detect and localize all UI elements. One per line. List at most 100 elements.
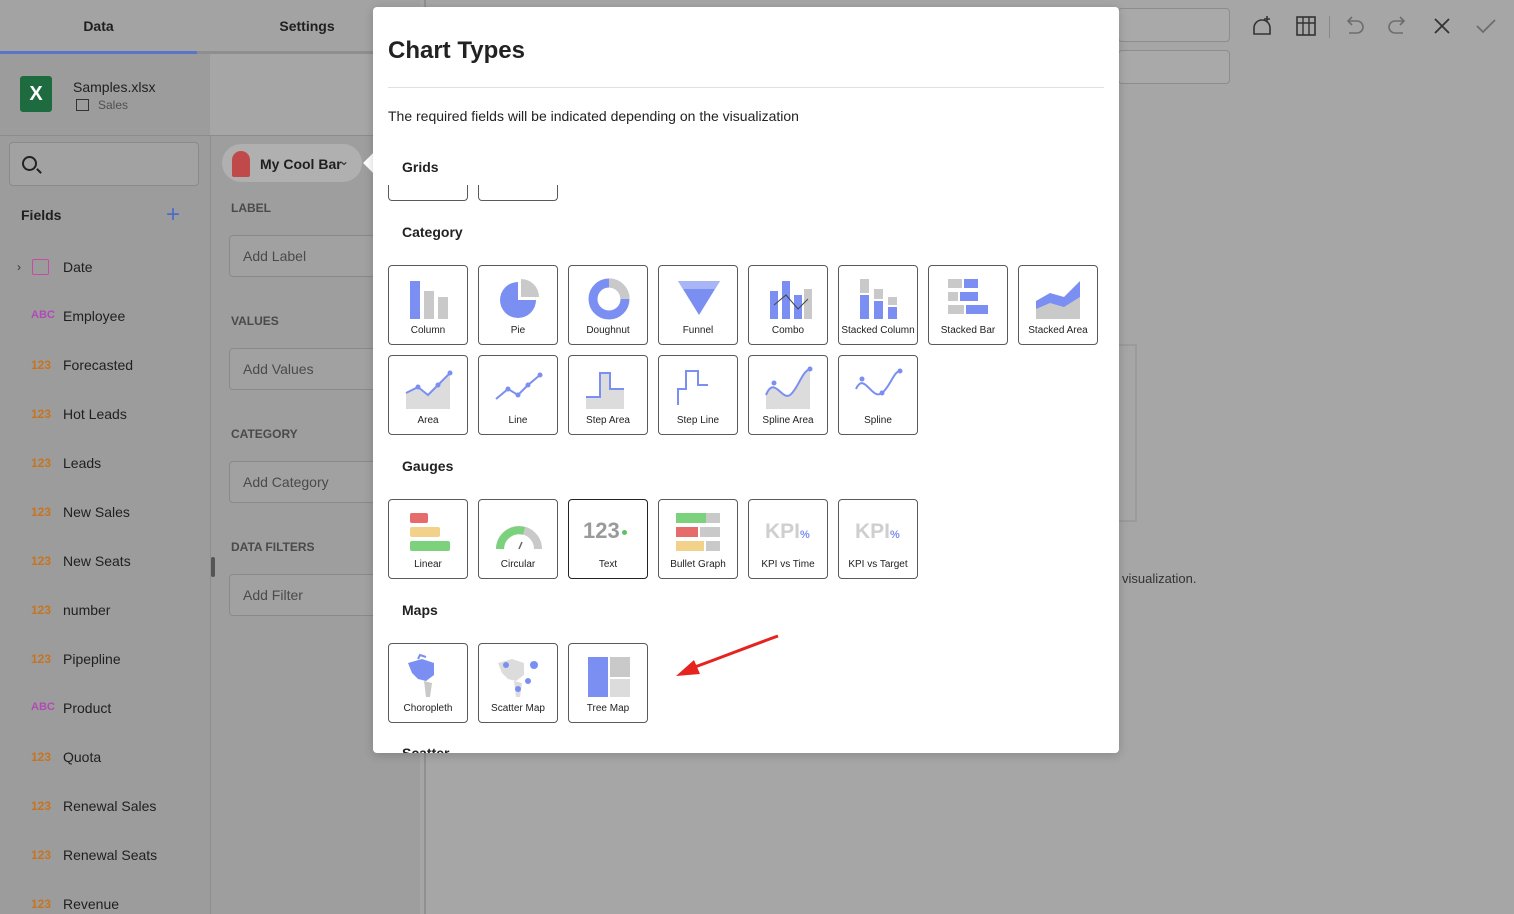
panel-resize-handle[interactable]: [211, 557, 215, 577]
text-gauge-icon: 123: [583, 518, 627, 544]
viz-name[interactable]: My Cool Bar: [260, 156, 342, 172]
stacked-bar-chart-icon: [948, 279, 988, 314]
redo-icon[interactable]: [1387, 15, 1409, 37]
annotation-arrow: [676, 634, 779, 676]
chart-type-combo[interactable]: Combo: [748, 265, 828, 345]
field-item[interactable]: 123 New Seats: [0, 536, 210, 585]
doughnut-chart-icon: [588, 278, 630, 320]
dialog-title: Chart Types: [388, 37, 525, 64]
field-item[interactable]: 123 Renewal Sales: [0, 781, 210, 830]
chart-type-choropleth[interactable]: Choropleth: [388, 643, 468, 723]
field-item[interactable]: 123 Forecasted: [0, 340, 210, 389]
chart-type-scatter-map[interactable]: Scatter Map: [478, 643, 558, 723]
step-area-chart-icon: [586, 372, 624, 409]
values-drop-zone[interactable]: Add Values: [229, 348, 379, 390]
field-item[interactable]: 123 Hot Leads: [0, 389, 210, 438]
chart-type-stacked-bar[interactable]: Stacked Bar: [928, 265, 1008, 345]
add-field-icon[interactable]: +: [166, 203, 180, 227]
chevron-down-icon[interactable]: ⌄: [339, 154, 349, 168]
number-type-icon: 123: [31, 358, 52, 372]
add-widget-icon[interactable]: [1250, 14, 1274, 38]
chart-type-text[interactable]: 123 Text: [568, 499, 648, 579]
field-item[interactable]: › Date: [0, 242, 210, 291]
field-list: › Date ABC Employee 123 Forecasted 123 Hot Lead…: [0, 242, 210, 914]
tile-text-view[interactable]: [478, 185, 558, 201]
field-item[interactable]: 123 number: [0, 585, 210, 634]
excel-icon: X: [20, 76, 52, 112]
subtitle-input[interactable]: [1118, 50, 1230, 84]
chart-type-label: Linear: [414, 559, 442, 570]
data-source-card[interactable]: X Samples.xlsx Sales: [0, 54, 420, 136]
chart-type-step-line[interactable]: Step Line: [658, 355, 738, 435]
label-placeholder: Add Label: [243, 248, 307, 264]
toolbar-divider: [1329, 16, 1330, 38]
chart-type-funnel[interactable]: Funnel: [658, 265, 738, 345]
chart-type-label: Step Area: [586, 415, 630, 426]
table-icon[interactable]: [1295, 15, 1317, 37]
chart-type-line[interactable]: Line: [478, 355, 558, 435]
bullet-graph-chart-icon: [676, 513, 720, 551]
chart-type-label: Circular: [500, 559, 536, 570]
number-type-icon: 123: [31, 505, 52, 519]
chart-type-label: Stacked Bar: [940, 325, 996, 336]
field-item[interactable]: 123 Leads: [0, 438, 210, 487]
field-item[interactable]: 123 Pipepline: [0, 634, 210, 683]
chart-type-label: Text: [598, 559, 618, 570]
field-item[interactable]: ABC Product: [0, 683, 210, 732]
chart-type-kpi-vs-time[interactable]: KPI% KPI vs Time: [748, 499, 828, 579]
number-type-icon: 123: [31, 897, 52, 911]
chart-type-doughnut[interactable]: Doughnut: [568, 265, 648, 345]
line-chart-icon: [495, 372, 543, 400]
label-drop-zone[interactable]: Add Label: [229, 235, 379, 277]
text-type-icon: ABC: [31, 309, 55, 321]
bar-chart-icon: [232, 151, 250, 177]
tile-pivot[interactable]: [388, 185, 468, 201]
chart-type-kpi-vs-target[interactable]: KPI% KPI vs Target: [838, 499, 918, 579]
chart-type-bullet-graph[interactable]: Bullet Graph: [658, 499, 738, 579]
chart-type-stacked-area[interactable]: Stacked Area: [1018, 265, 1098, 345]
field-item[interactable]: 123 Renewal Seats: [0, 830, 210, 879]
group-title-maps: Maps: [402, 602, 438, 618]
chart-type-spline-area[interactable]: Spline Area: [748, 355, 828, 435]
field-name: Renewal Seats: [63, 847, 158, 863]
field-item[interactable]: ABC Employee: [0, 291, 210, 340]
chart-type-label: Area: [417, 415, 439, 426]
number-type-icon: 123: [31, 750, 52, 764]
chart-type-step-area[interactable]: Step Area: [568, 355, 648, 435]
chart-type-label: Step Line: [676, 415, 720, 426]
title-input[interactable]: [1118, 8, 1230, 42]
chart-type-linear[interactable]: Linear: [388, 499, 468, 579]
chart-type-label: Stacked Column: [841, 325, 915, 336]
undo-icon[interactable]: [1343, 15, 1365, 37]
kpi-icon: KPI%: [855, 520, 900, 543]
category-drop-zone[interactable]: Add Category: [229, 461, 379, 503]
chart-type-column[interactable]: Column: [388, 265, 468, 345]
chart-type-tree-map[interactable]: Tree Map: [568, 643, 648, 723]
check-icon[interactable]: [1475, 17, 1497, 35]
chart-type-label: Choropleth: [403, 703, 453, 714]
tab-data[interactable]: Data: [0, 0, 197, 54]
chevron-right-icon[interactable]: ›: [17, 260, 21, 274]
field-item[interactable]: 123 New Sales: [0, 487, 210, 536]
dialog-subtitle: The required fields will be indicated de…: [388, 108, 799, 124]
chart-type-label: Bullet Graph: [670, 559, 726, 570]
spline-area-chart-icon: [765, 366, 813, 409]
chart-type-label: Line: [508, 415, 528, 426]
chart-type-area[interactable]: Area: [388, 355, 468, 435]
close-icon[interactable]: [1433, 17, 1451, 35]
fields-search-input[interactable]: [9, 142, 199, 186]
chart-type-stacked-column[interactable]: Stacked Column: [838, 265, 918, 345]
field-name: Forecasted: [63, 357, 134, 373]
field-name: Date: [63, 259, 93, 275]
chart-type-spline[interactable]: Spline: [838, 355, 918, 435]
filters-drop-zone[interactable]: Add Filter: [229, 574, 379, 616]
field-item[interactable]: 123 Quota: [0, 732, 210, 781]
field-item[interactable]: 123 Revenue: [0, 879, 210, 914]
number-type-icon: 123: [31, 848, 52, 862]
filters-section-title: DATA FILTERS: [231, 540, 315, 554]
group-title-grids: Grids: [402, 159, 439, 175]
funnel-chart-icon: [678, 281, 720, 315]
scatter-map-chart-icon: [498, 659, 538, 697]
chart-type-pie[interactable]: Pie: [478, 265, 558, 345]
chart-type-circular[interactable]: Circular: [478, 499, 558, 579]
